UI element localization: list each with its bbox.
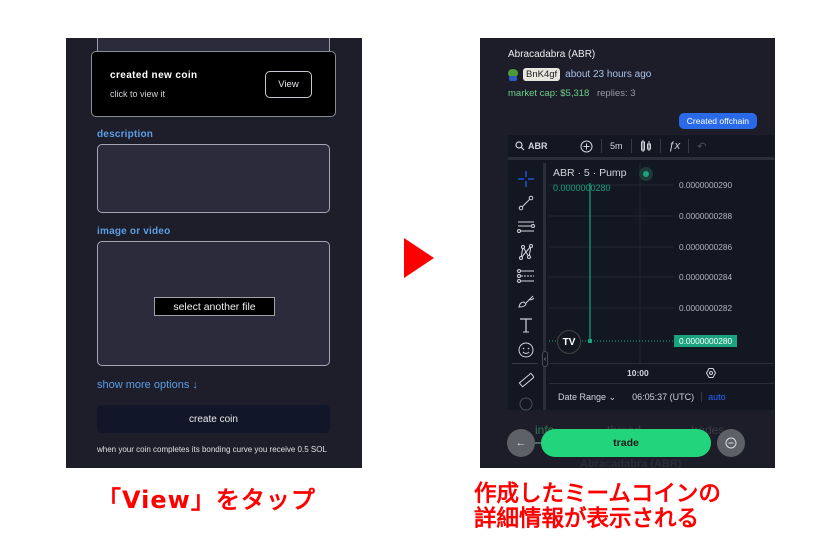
price-point: [588, 339, 592, 343]
time-axis[interactable]: 10:00: [549, 363, 774, 383]
chart-plot-area[interactable]: ABR · 5 · Pump 0.0000000280 0.0000000290…: [549, 163, 774, 363]
chart-toolbar: ABR 5m ƒx ↶: [508, 135, 774, 160]
view-button[interactable]: View: [265, 71, 312, 98]
date-range-dropdown[interactable]: Date Range ⌄: [558, 392, 616, 403]
indicators-fx-icon[interactable]: ƒx: [669, 140, 681, 152]
toolbar-divider: [659, 139, 661, 153]
market-cap: market cap: $5,318: [508, 88, 590, 99]
price-chart[interactable]: ABR 5m ƒx ↶ ‹ ABR · 5 · Pump 0.000000028…: [508, 135, 774, 413]
ruler-icon[interactable]: [517, 371, 535, 389]
auto-scale-button[interactable]: auto: [701, 392, 726, 402]
collapse-toolbar-handle[interactable]: ‹: [542, 351, 548, 367]
left-phone-screen: created new coin click to view it View d…: [66, 38, 362, 468]
symbol-label: ABR: [528, 141, 548, 151]
name-input-partial[interactable]: [97, 38, 330, 52]
settings-icon[interactable]: [706, 368, 716, 378]
chat-bubble-icon: [725, 437, 737, 449]
caption-details-shown: 作成したミームコインの 詳細情報が表示される: [474, 482, 721, 532]
show-more-options-link[interactable]: show more options ↓: [97, 379, 198, 391]
back-button[interactable]: ←: [507, 429, 535, 457]
price-tick: 0.0000000286: [679, 242, 733, 252]
arrow-right-icon: [404, 238, 434, 278]
toolbar-divider: [601, 139, 602, 153]
price-tick: 0.0000000288: [679, 211, 733, 221]
emoji-icon[interactable]: [517, 341, 535, 359]
toolbar-divider: [688, 139, 690, 153]
time-tick: 10:00: [627, 368, 649, 378]
market-status-dot: [639, 167, 653, 181]
select-file-button[interactable]: select another file: [154, 297, 275, 316]
zoom-tool-icon[interactable]: [517, 395, 535, 413]
create-coin-button[interactable]: create coin: [97, 405, 330, 433]
trend-line-icon[interactable]: [517, 194, 535, 212]
right-phone-screen: Abracadabra (ABR) BnK4gf about 23 hours …: [480, 38, 775, 468]
chart-legend-title: ABR · 5 · Pump: [553, 167, 627, 179]
creator-badge[interactable]: BnK4gf: [523, 68, 561, 81]
replies-count: replies: 3: [596, 88, 636, 99]
media-label: image or video: [97, 226, 171, 237]
description-label: description: [97, 129, 154, 140]
stats-row: market cap: $5,318 replies: 3: [508, 88, 636, 99]
price-tick: 0.0000000290: [679, 180, 733, 190]
candles-icon[interactable]: [640, 140, 652, 152]
crosshair-icon[interactable]: [517, 170, 535, 188]
price-tick: 0.0000000282: [679, 303, 733, 313]
created-offchain-badge: Created offchain: [678, 113, 757, 129]
brush-icon[interactable]: [517, 292, 535, 310]
horizontal-lines-icon[interactable]: [517, 218, 535, 236]
toast-subtitle: click to view it: [110, 89, 166, 99]
caption-tap-view: 「View」をタップ: [97, 486, 316, 514]
creator-row: BnK4gf about 23 hours ago: [508, 68, 651, 81]
created-coin-toast[interactable]: created new coin click to view it View: [91, 51, 336, 117]
toolbar-divider: [630, 139, 632, 153]
search-icon: [515, 141, 525, 151]
bonding-curve-note: when your coin completes its bonding cur…: [97, 445, 327, 454]
price-tick: 0.0000000284: [679, 272, 733, 282]
arrow-left-icon: ←: [515, 437, 527, 449]
chat-button[interactable]: [717, 429, 745, 457]
created-time: about 23 hours ago: [565, 69, 652, 80]
text-icon[interactable]: [517, 316, 535, 334]
caption-line-1: 作成したミームコインの: [474, 481, 721, 507]
caption-line-2: 詳細情報が表示される: [474, 506, 700, 532]
date-range-bar: Date Range ⌄ 06:05:37 (UTC) auto: [549, 383, 774, 410]
last-price-tag: 0.0000000280: [674, 335, 738, 347]
drawing-toolbar: ‹: [508, 163, 548, 413]
chart-grid: [549, 163, 674, 363]
tradingview-logo[interactable]: TV: [557, 330, 581, 354]
media-dropzone[interactable]: select another file: [97, 241, 330, 366]
undo-icon[interactable]: ↶: [697, 140, 706, 153]
creator-avatar-icon: [508, 68, 518, 81]
trade-button[interactable]: trade: [541, 429, 711, 457]
description-input[interactable]: [97, 144, 330, 213]
chart-legend-value: 0.0000000280: [553, 183, 611, 193]
toast-title: created new coin: [110, 70, 198, 81]
utc-clock: 06:05:37 (UTC): [632, 392, 695, 402]
ghost-coin-title: Abracadabra (ABR): [580, 458, 682, 468]
tools-divider: [512, 363, 538, 364]
coin-title: Abracadabra (ABR): [508, 49, 596, 60]
compare-add-icon[interactable]: [580, 140, 593, 153]
interval-button[interactable]: 5m: [610, 141, 623, 151]
forecast-icon[interactable]: [517, 267, 535, 285]
symbol-search[interactable]: ABR: [515, 141, 580, 151]
pattern-icon[interactable]: [517, 243, 535, 261]
